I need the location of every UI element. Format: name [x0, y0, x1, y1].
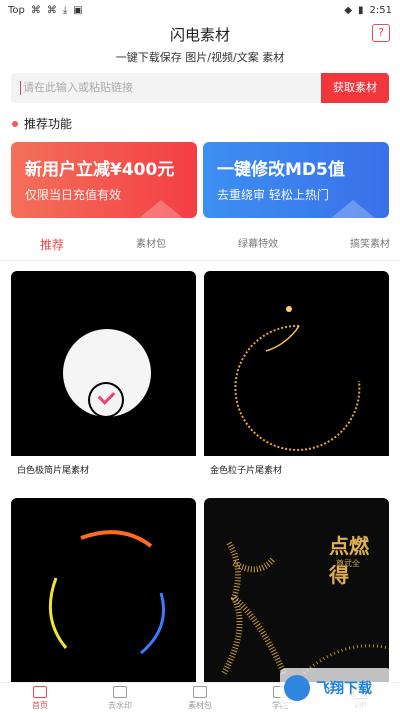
nav-label: 去水印 [108, 700, 132, 710]
material-thumbnail [11, 498, 196, 683]
page-subtitle: 一键下载保存 图片/视频/文案 素材 [115, 51, 285, 64]
nav-remove-watermark[interactable]: 去水印 [80, 683, 160, 713]
check-icon [90, 384, 122, 416]
folder-icon [193, 685, 207, 698]
site-watermark: 飞翔下载 [280, 668, 392, 708]
category-tabs: 推荐 素材包 绿幕特效 搞笑素材 [0, 232, 400, 258]
card-subtitle: 去重绕审 轻松上热门 [217, 188, 329, 202]
tab-green-screen[interactable]: 绿幕特效 [238, 232, 278, 258]
modify-md5-card[interactable]: 一键修改MD5值 去重绕审 轻松上热门 [203, 142, 389, 218]
status-bar: Top ⌘ ⌘ ⤓ ▣ ◆ ▮ 2:51 [0, 0, 400, 20]
get-material-button[interactable]: 获取素材 [321, 73, 389, 103]
download-icon: ⤓ [62, 4, 68, 16]
wifi-icon: ◆ [344, 4, 353, 16]
material-thumbnail [204, 271, 389, 456]
sim-icon: ⌘ [30, 4, 41, 16]
tab-recommend[interactable]: 推荐 [40, 232, 64, 258]
material-title: 白色极简片尾素材 [17, 466, 90, 476]
watermark-logo-icon [284, 675, 310, 701]
tab-material-pack[interactable]: 素材包 [136, 232, 166, 258]
decoration-shape [139, 200, 183, 218]
link-input-placeholder: 请在此输入或粘贴链接 [23, 81, 133, 94]
divider [0, 260, 400, 261]
home-icon [33, 685, 47, 698]
nav-label: 首页 [32, 700, 48, 710]
nav-material-pack[interactable]: 素材包 [160, 683, 240, 713]
link-input[interactable]: 请在此输入或粘贴链接 [11, 73, 321, 103]
bullet-icon [12, 120, 18, 127]
carrier-label: Top [8, 4, 25, 16]
new-user-discount-card[interactable]: 新用户立减¥400元 仅限当日充值有效 [11, 142, 197, 218]
nav-label: 素材包 [188, 700, 212, 710]
card-subtitle: 仅限当日充值有效 [25, 188, 122, 202]
material-item[interactable] [11, 498, 196, 690]
page-title: 闪电素材 [169, 26, 230, 44]
clock: 2:51 [369, 4, 392, 16]
section-header: 推荐功能 [12, 115, 72, 132]
tab-funny-material[interactable]: 搞笑素材 [350, 232, 390, 258]
calligraphy-subtext: 尊武全 [336, 559, 360, 568]
text-cursor [20, 81, 21, 95]
sim-icon: ⌘ [46, 4, 57, 16]
material-item[interactable]: 白色极简片尾素材 [11, 271, 196, 476]
golden-runner [221, 541, 389, 675]
app-bar: 闪电素材 ? [0, 20, 400, 48]
material-thumbnail: 点燃 得 尊武全 [204, 498, 389, 683]
search-bar: 请在此输入或粘贴链接 获取素材 [11, 73, 389, 103]
section-title: 推荐功能 [24, 117, 73, 131]
material-item[interactable]: 点燃 得 尊武全 [204, 498, 389, 690]
fire-ring [48, 530, 165, 655]
material-title: 金色粒子片尾素材 [210, 466, 283, 476]
battery-icon: ▮ [358, 4, 364, 16]
eraser-icon [113, 685, 127, 698]
material-thumbnail [11, 271, 196, 456]
card-title: 一键修改MD5值 [217, 160, 345, 180]
nav-home[interactable]: 首页 [0, 683, 80, 713]
watermark-text: 飞翔下载 [316, 681, 372, 697]
gold-particle-arc [234, 306, 361, 451]
card-title: 新用户立减¥400元 [25, 160, 175, 180]
material-item[interactable]: 金色粒子片尾素材 [204, 271, 389, 476]
font-icon: ▣ [73, 4, 83, 16]
help-icon[interactable]: ? [372, 24, 390, 42]
decoration-shape [331, 200, 375, 218]
